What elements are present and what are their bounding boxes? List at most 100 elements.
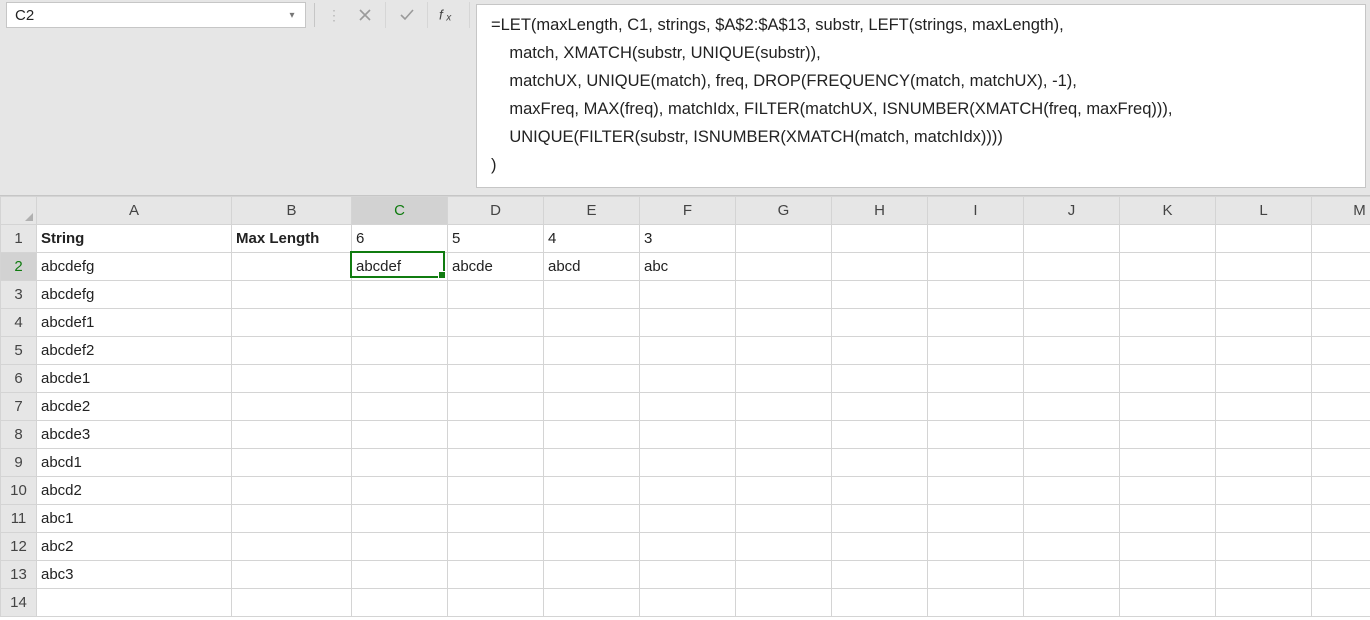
formula-input[interactable]: =LET(maxLength, C1, strings, $A$2:$A$13,…	[476, 4, 1366, 188]
cell-J4[interactable]	[1024, 309, 1120, 337]
cell-C11[interactable]	[352, 505, 448, 533]
grid[interactable]: ABCDEFGHIJKLM1StringMax Length65432abcde…	[0, 196, 1370, 617]
cell-I9[interactable]	[928, 449, 1024, 477]
column-header-I[interactable]: I	[928, 197, 1024, 225]
cell-L3[interactable]	[1216, 281, 1312, 309]
cell-E9[interactable]	[544, 449, 640, 477]
row-header-14[interactable]: 14	[1, 589, 37, 617]
cell-I13[interactable]	[928, 561, 1024, 589]
row-header-8[interactable]: 8	[1, 421, 37, 449]
cell-B5[interactable]	[232, 337, 352, 365]
row-header-2[interactable]: 2	[1, 253, 37, 281]
cell-E3[interactable]	[544, 281, 640, 309]
cell-G5[interactable]	[736, 337, 832, 365]
cell-K11[interactable]	[1120, 505, 1216, 533]
cell-M1[interactable]	[1312, 225, 1370, 253]
cell-B8[interactable]	[232, 421, 352, 449]
column-header-L[interactable]: L	[1216, 197, 1312, 225]
cell-I1[interactable]	[928, 225, 1024, 253]
enter-button[interactable]	[386, 2, 428, 28]
cell-D5[interactable]	[448, 337, 544, 365]
cell-F7[interactable]	[640, 393, 736, 421]
cell-G1[interactable]	[736, 225, 832, 253]
cell-K1[interactable]	[1120, 225, 1216, 253]
cell-H1[interactable]	[832, 225, 928, 253]
cell-H9[interactable]	[832, 449, 928, 477]
cell-H8[interactable]	[832, 421, 928, 449]
cell-J3[interactable]	[1024, 281, 1120, 309]
cell-G12[interactable]	[736, 533, 832, 561]
cell-J2[interactable]	[1024, 253, 1120, 281]
column-header-H[interactable]: H	[832, 197, 928, 225]
cell-K6[interactable]	[1120, 365, 1216, 393]
cell-F12[interactable]	[640, 533, 736, 561]
cell-B11[interactable]	[232, 505, 352, 533]
cell-E13[interactable]	[544, 561, 640, 589]
cell-M7[interactable]	[1312, 393, 1370, 421]
cell-I7[interactable]	[928, 393, 1024, 421]
cell-L7[interactable]	[1216, 393, 1312, 421]
cell-E14[interactable]	[544, 589, 640, 617]
cell-D11[interactable]	[448, 505, 544, 533]
cell-B2[interactable]	[232, 253, 352, 281]
cell-A3[interactable]: abcdefg	[37, 281, 232, 309]
cell-E8[interactable]	[544, 421, 640, 449]
row-header-13[interactable]: 13	[1, 561, 37, 589]
cell-C3[interactable]	[352, 281, 448, 309]
row-header-6[interactable]: 6	[1, 365, 37, 393]
cell-L8[interactable]	[1216, 421, 1312, 449]
cell-J9[interactable]	[1024, 449, 1120, 477]
column-header-J[interactable]: J	[1024, 197, 1120, 225]
cell-D7[interactable]	[448, 393, 544, 421]
cell-G3[interactable]	[736, 281, 832, 309]
cell-J14[interactable]	[1024, 589, 1120, 617]
cell-I10[interactable]	[928, 477, 1024, 505]
cell-K12[interactable]	[1120, 533, 1216, 561]
cell-B13[interactable]	[232, 561, 352, 589]
cell-C13[interactable]	[352, 561, 448, 589]
cell-E12[interactable]	[544, 533, 640, 561]
cell-I11[interactable]	[928, 505, 1024, 533]
cell-D6[interactable]	[448, 365, 544, 393]
cell-D4[interactable]	[448, 309, 544, 337]
cell-L11[interactable]	[1216, 505, 1312, 533]
cancel-button[interactable]	[344, 2, 386, 28]
cell-B10[interactable]	[232, 477, 352, 505]
cell-H3[interactable]	[832, 281, 928, 309]
cell-J11[interactable]	[1024, 505, 1120, 533]
cell-C9[interactable]	[352, 449, 448, 477]
cell-F3[interactable]	[640, 281, 736, 309]
cell-F8[interactable]	[640, 421, 736, 449]
cell-B9[interactable]	[232, 449, 352, 477]
cell-I8[interactable]	[928, 421, 1024, 449]
cell-F2[interactable]: abc	[640, 253, 736, 281]
column-header-G[interactable]: G	[736, 197, 832, 225]
cell-L1[interactable]	[1216, 225, 1312, 253]
cell-K3[interactable]	[1120, 281, 1216, 309]
cell-G7[interactable]	[736, 393, 832, 421]
cell-I4[interactable]	[928, 309, 1024, 337]
select-all-corner[interactable]	[1, 197, 37, 225]
column-header-C[interactable]: C	[352, 197, 448, 225]
cell-L13[interactable]	[1216, 561, 1312, 589]
cell-D3[interactable]	[448, 281, 544, 309]
cell-L9[interactable]	[1216, 449, 1312, 477]
cell-H4[interactable]	[832, 309, 928, 337]
cell-J12[interactable]	[1024, 533, 1120, 561]
cell-C1[interactable]: 6	[352, 225, 448, 253]
cell-C6[interactable]	[352, 365, 448, 393]
cell-D9[interactable]	[448, 449, 544, 477]
cell-L6[interactable]	[1216, 365, 1312, 393]
cell-I3[interactable]	[928, 281, 1024, 309]
cell-F4[interactable]	[640, 309, 736, 337]
column-header-F[interactable]: F	[640, 197, 736, 225]
cell-C4[interactable]	[352, 309, 448, 337]
cell-M10[interactable]	[1312, 477, 1370, 505]
cell-G11[interactable]	[736, 505, 832, 533]
cell-H2[interactable]	[832, 253, 928, 281]
column-header-E[interactable]: E	[544, 197, 640, 225]
cell-I6[interactable]	[928, 365, 1024, 393]
cell-L4[interactable]	[1216, 309, 1312, 337]
cell-F1[interactable]: 3	[640, 225, 736, 253]
row-header-3[interactable]: 3	[1, 281, 37, 309]
